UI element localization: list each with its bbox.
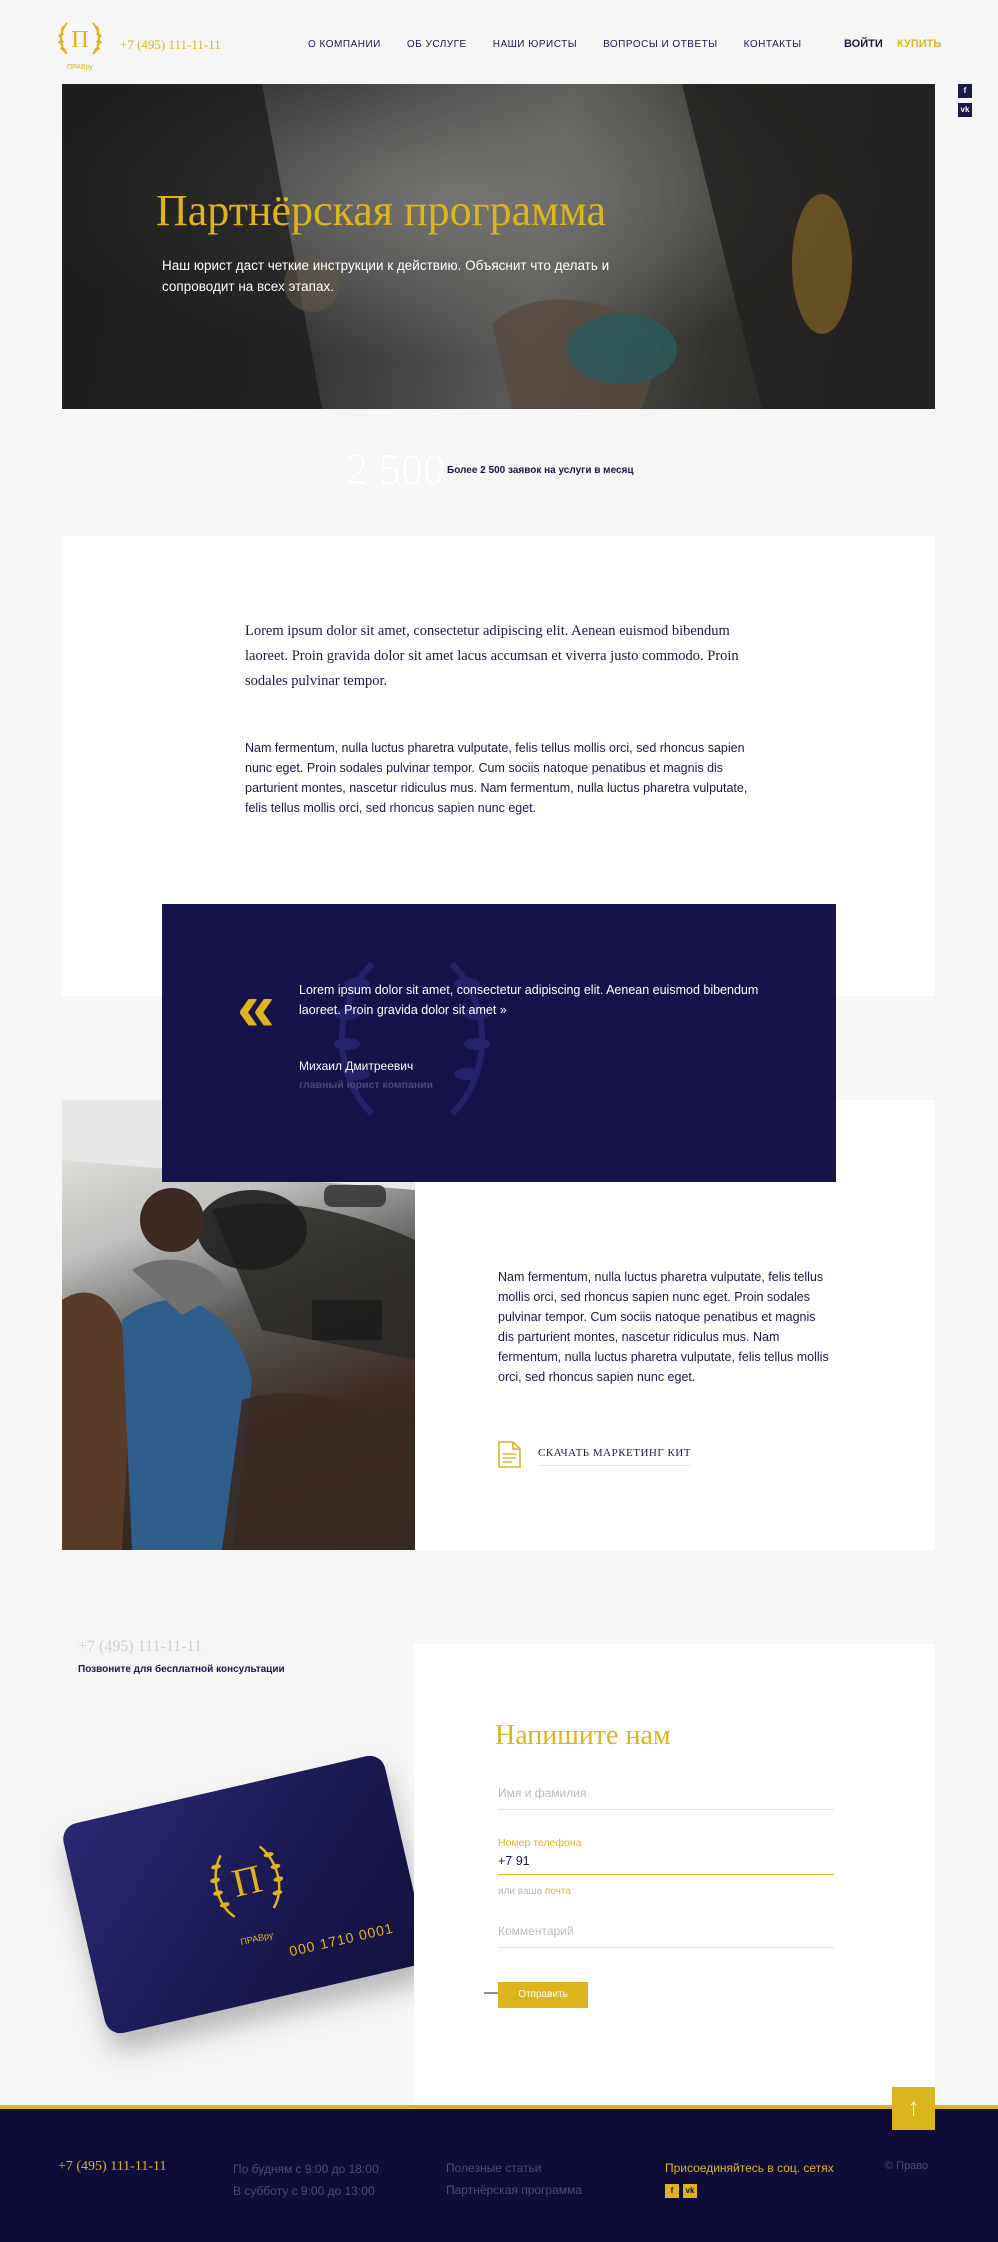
quote-author-role: главный юрист компании — [299, 1079, 434, 1091]
laurel-icon: П — [58, 22, 102, 55]
nav-faq[interactable]: Вопросы и ответы — [603, 39, 718, 50]
download-kit-link[interactable]: Скачать маркетинг кит — [538, 1447, 691, 1466]
logo-word: ПРАВру — [67, 64, 93, 71]
main-nav: О компании Об услуге Наши юристы Вопросы… — [308, 39, 828, 50]
buy-link[interactable]: КУПИТЬ — [897, 38, 941, 50]
footer-phone[interactable]: +7 (495) 111-11-11 — [58, 2159, 166, 2175]
hero-subtitle: Наш юрист даст четкие инструкции к дейст… — [162, 258, 610, 294]
header-phone[interactable]: +7 (495) 111-11-11 — [120, 37, 221, 53]
footer-link-partner[interactable]: Партнёрская программа — [446, 2179, 582, 2201]
nav-service[interactable]: Об услуге — [407, 39, 467, 50]
quote-author: Михаил Дмитреевич — [299, 1059, 414, 1073]
logo[interactable]: П ПРАВру — [55, 14, 105, 76]
nav-contacts[interactable]: Контакты — [744, 39, 802, 50]
quote-mark-icon: « — [237, 969, 275, 1045]
name-field[interactable]: Имя и фамилия — [498, 1786, 834, 1810]
footer-hours: По будням с 9:00 до 18:00 В субботу с 9:… — [233, 2158, 379, 2202]
hero-title: Партнёрская программа — [156, 186, 607, 235]
footer-link-articles[interactable]: Полезные статьи — [446, 2157, 582, 2179]
phone-label: Номер телефона — [498, 1837, 582, 1849]
email-hint: или ваша почта — [498, 1886, 571, 1897]
stat-text: Более 2 500 заявок на услуги в месяц — [447, 465, 634, 476]
hero-banner — [62, 84, 935, 409]
handshake-photo — [62, 84, 935, 409]
vk-icon[interactable]: vk — [958, 103, 972, 117]
club-card: П ПРАВру 000 1710 0001 — [60, 1752, 430, 2037]
login-link[interactable]: ВОЙТИ — [844, 38, 883, 50]
footer-links: Полезные статьи Партнёрская программа — [446, 2157, 582, 2201]
document-icon[interactable] — [497, 1441, 522, 1468]
contact-form — [414, 1644, 935, 2107]
card-number: 000 1710 0001 — [287, 1919, 396, 1960]
kit-body: Nam fermentum, nulla luctus pharetra vul… — [498, 1270, 829, 1384]
phone-field[interactable]: +7 91 — [498, 1854, 834, 1875]
intro-lead: Lorem ipsum dolor sit amet, consectetur … — [245, 623, 739, 689]
hours-weekdays: По будням с 9:00 до 18:00 — [233, 2162, 379, 2176]
facebook-icon[interactable]: f — [958, 84, 972, 98]
scroll-top-button[interactable]: ↑ — [892, 2087, 935, 2130]
nav-about[interactable]: О компании — [308, 39, 381, 50]
intro-body: Nam fermentum, nulla luctus pharetra vul… — [245, 741, 748, 815]
hours-saturday: В субботу с 9:00 до 13:00 — [233, 2184, 375, 2198]
hint-prefix: или ваша — [498, 1886, 543, 1897]
card-letter: П — [228, 1856, 266, 1906]
footer-facebook-icon[interactable]: f — [665, 2184, 679, 2198]
submit-button[interactable]: Отправить — [498, 1982, 588, 2008]
copyright: © Право — [885, 2160, 929, 2172]
stat-number: 2 500 — [346, 445, 445, 494]
form-title: Напишите нам — [495, 1720, 671, 1751]
card-word: ПРАВру — [239, 1929, 275, 1948]
footer-join: Присоединяйтесь в соц. сетях — [665, 2161, 834, 2175]
quote-text: Lorem ipsum dolor sit amet, consectetur … — [299, 983, 759, 1017]
card-laurel-icon: П — [210, 1845, 284, 1918]
comment-field[interactable]: Комментарий — [498, 1924, 834, 1948]
logo-letter: П — [71, 27, 88, 53]
nav-lawyers[interactable]: Наши юристы — [493, 39, 577, 50]
contact-note: Позвоните для бесплатной консультации — [78, 1664, 285, 1675]
contact-phone[interactable]: +7 (495) 111-11-11 — [78, 1638, 202, 1656]
footer-vk-icon[interactable]: vk — [683, 2184, 697, 2198]
email-switch-link[interactable]: почта — [545, 1886, 571, 1897]
